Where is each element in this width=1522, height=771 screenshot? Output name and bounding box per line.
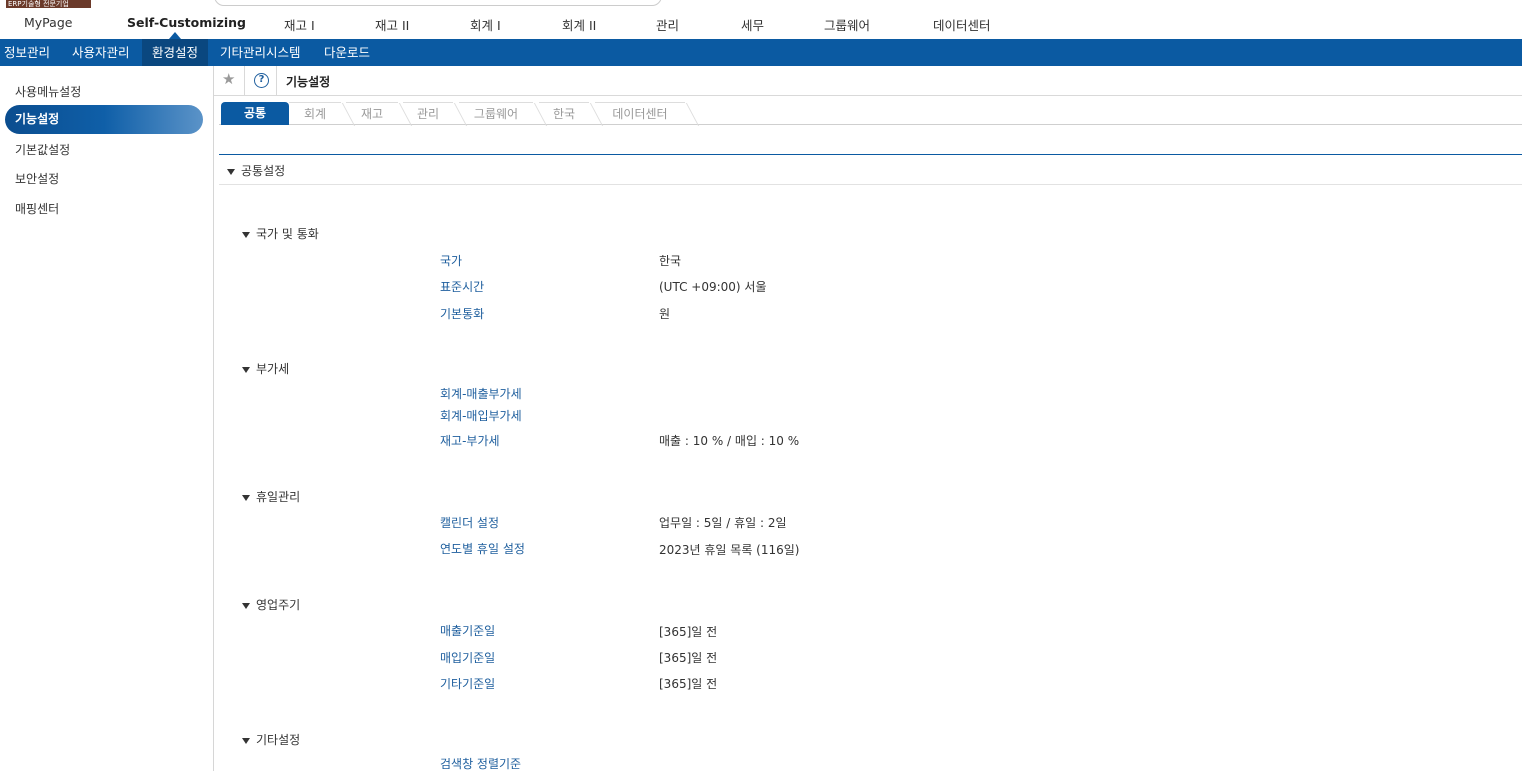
setting-value-calendar: 업무일 : 5일 / 휴일 : 2일 (659, 516, 787, 530)
company-badge: ERP기술형 전문기업 (6, 0, 91, 8)
group-title: 부가세 (256, 362, 290, 376)
topnav-item-groupware[interactable]: 그룹웨어 (824, 15, 870, 34)
group-title: 기타설정 (256, 733, 301, 747)
topnav-item-management[interactable]: 관리 (656, 15, 679, 34)
search-box[interactable] (214, 0, 662, 6)
collapse-triangle-icon[interactable] (242, 366, 250, 373)
subnav-item-download[interactable]: 다운로드 (314, 39, 380, 66)
topnav-item-datacenter[interactable]: 데이터센터 (933, 15, 991, 34)
topnav-item-mypage[interactable]: MyPage (24, 15, 72, 30)
collapse-triangle-icon[interactable] (242, 737, 250, 744)
group-header-other[interactable]: 기타설정 (242, 731, 300, 748)
tab-datacenter[interactable]: 데이터센터 (595, 102, 700, 126)
setting-link-yearly-holiday[interactable]: 연도별 휴일 설정 (440, 540, 525, 557)
setting-value-other-base-date: [365]일 전 (659, 677, 718, 691)
help-icon[interactable]: ? (254, 73, 269, 88)
tab-separator (685, 103, 700, 126)
sub-navigation: 정보관리 사용자관리 환경설정 기타관리시스템 다운로드 (0, 39, 1522, 66)
group-header-country-currency[interactable]: 국가 및 통화 (242, 225, 319, 242)
setting-link-calendar[interactable]: 캘린더 설정 (440, 514, 499, 531)
tab-management[interactable]: 관리 (403, 102, 468, 126)
group-header-vat[interactable]: 부가세 (242, 360, 289, 377)
tab-label: 재고 (360, 107, 384, 121)
divider (244, 66, 245, 96)
setting-link-inventory-vat[interactable]: 재고-부가세 (440, 432, 500, 449)
page-title: 기능설정 (286, 75, 331, 89)
group-title: 국가 및 통화 (256, 227, 319, 241)
collapse-triangle-icon[interactable] (242, 231, 250, 238)
tab-korea[interactable]: 한국 (539, 102, 604, 126)
topnav-item-self-customizing[interactable]: Self-Customizing (127, 15, 246, 30)
sidebar: 사용메뉴설정 기능설정 기본값설정 보안설정 매핑센터 (0, 66, 214, 771)
sidebar-item-security-settings[interactable]: 보안설정 (15, 170, 59, 187)
subnav-item-info[interactable]: 정보관리 (0, 39, 60, 66)
tab-inventory[interactable]: 재고 (346, 102, 413, 126)
tab-groupware[interactable]: 그룹웨어 (459, 102, 548, 126)
group-header-business-cycle[interactable]: 영업주기 (242, 596, 300, 613)
tab-label: 그룹웨어 (473, 107, 519, 121)
collapse-triangle-icon[interactable] (242, 602, 250, 609)
tab-accounting[interactable]: 회계 (289, 102, 356, 126)
tab-common[interactable]: 공통 (221, 102, 289, 125)
setting-value-timezone: (UTC +09:00) 서울 (659, 280, 767, 294)
setting-link-other-base-date[interactable]: 기타기준일 (440, 675, 495, 692)
group-title: 영업주기 (256, 598, 301, 612)
sidebar-item-mapping-center[interactable]: 매핑센터 (15, 200, 59, 217)
tab-label: 관리 (416, 107, 440, 121)
topnav-item-accounting-1[interactable]: 회계 I (470, 15, 501, 34)
section-title: 공통설정 (241, 164, 286, 178)
topnav-item-inventory-1[interactable]: 재고 I (284, 15, 315, 34)
tab-label: 데이터센터 (612, 107, 668, 121)
setting-link-search-sort[interactable]: 검색창 정렬기준 (440, 755, 521, 771)
setting-value-purchase-base-date: [365]일 전 (659, 651, 718, 665)
subnav-item-settings[interactable]: 환경설정 (142, 39, 209, 66)
content-header: ★ ? 기능설정 (214, 66, 1522, 96)
topnav-item-accounting-2[interactable]: 회계 II (562, 15, 596, 34)
setting-value-sales-base-date: [365]일 전 (659, 625, 718, 639)
sidebar-item-menu-settings[interactable]: 사용메뉴설정 (15, 83, 81, 100)
setting-value-currency: 원 (659, 307, 671, 321)
setting-link-currency[interactable]: 기본통화 (440, 305, 484, 322)
setting-link-sales-base-date[interactable]: 매출기준일 (440, 622, 495, 639)
tab-label: 회계 (303, 107, 327, 121)
group-header-holiday[interactable]: 휴일관리 (242, 488, 300, 505)
setting-value-yearly-holiday: 2023년 휴일 목록 (116일) (659, 543, 800, 557)
group-title: 휴일관리 (256, 490, 301, 504)
setting-link-sales-vat[interactable]: 회계-매출부가세 (440, 385, 522, 402)
collapse-triangle-icon[interactable] (227, 168, 235, 175)
active-menu-caret-icon (169, 32, 181, 39)
divider (276, 66, 277, 96)
setting-link-timezone[interactable]: 표준시간 (440, 278, 484, 295)
sidebar-item-default-settings[interactable]: 기본값설정 (15, 141, 70, 158)
setting-link-purchase-vat[interactable]: 회계-매입부가세 (440, 407, 522, 424)
subnav-item-users[interactable]: 사용자관리 (62, 39, 140, 66)
collapse-triangle-icon[interactable] (242, 494, 250, 501)
sidebar-item-function-settings[interactable]: 기능설정 (5, 105, 203, 134)
setting-value-country: 한국 (659, 254, 682, 268)
category-tabs: 공통 회계 재고 관리 그룹웨어 한국 데이터센터 (219, 100, 1522, 126)
topnav-item-tax[interactable]: 세무 (741, 15, 764, 34)
section-header[interactable]: 공통설정 (219, 155, 1522, 185)
topnav-item-inventory-2[interactable]: 재고 II (375, 15, 409, 34)
favorite-star-icon[interactable]: ★ (222, 70, 235, 88)
subnav-item-other-systems[interactable]: 기타관리시스템 (210, 39, 311, 66)
setting-value-inventory-vat: 매출 : 10 % / 매입 : 10 % (659, 434, 800, 448)
tab-label: 한국 (552, 107, 576, 121)
top-navigation: MyPage Self-Customizing 재고 I 재고 II 회계 I … (0, 8, 1522, 39)
setting-link-purchase-base-date[interactable]: 매입기준일 (440, 649, 495, 666)
setting-link-country[interactable]: 국가 (440, 252, 462, 269)
